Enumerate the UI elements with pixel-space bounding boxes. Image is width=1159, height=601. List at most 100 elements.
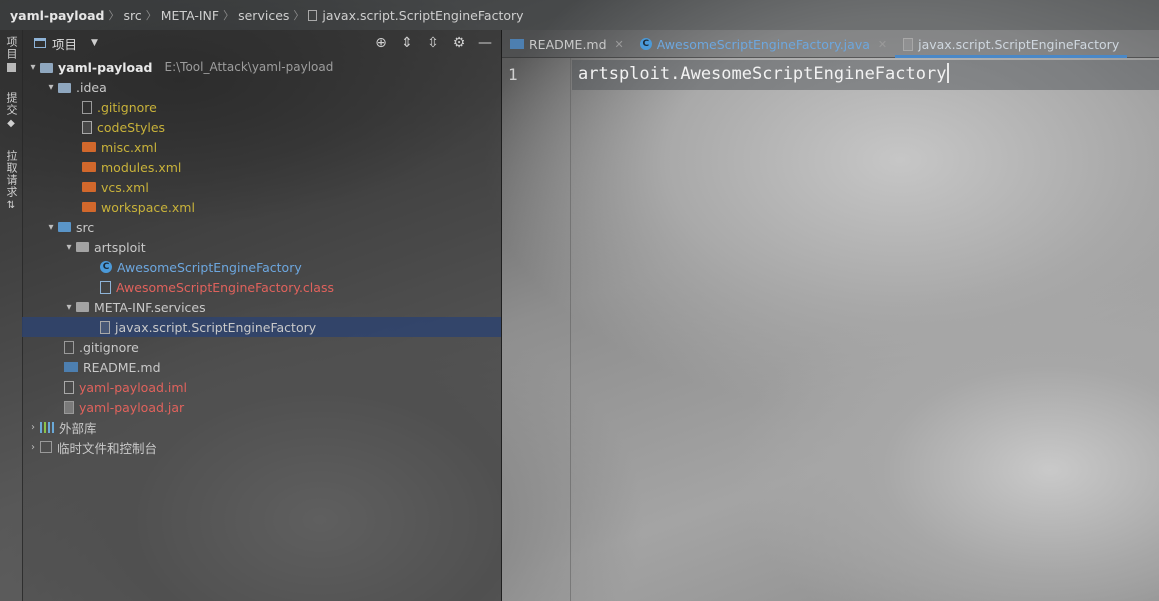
- gear-icon[interactable]: ⚙: [451, 35, 467, 51]
- tree-item-modules-xml[interactable]: modules.xml: [22, 157, 501, 177]
- tree-item-scratches[interactable]: › 临时文件和控制台: [22, 437, 501, 457]
- breadcrumb-item-services[interactable]: services: [238, 8, 289, 23]
- xml-file-icon: [82, 202, 96, 212]
- chevron-down-icon[interactable]: ▼: [91, 38, 98, 48]
- tab-scriptenginefactory[interactable]: javax.script.ScriptEngineFactory: [895, 31, 1128, 58]
- tab-readme[interactable]: README.md ✕: [502, 31, 632, 57]
- chevron-right-icon: 〉: [293, 9, 305, 22]
- file-icon: [82, 120, 92, 134]
- line-number-gutter: 1: [502, 58, 571, 601]
- breadcrumb-item-project[interactable]: yaml-payload: [10, 8, 104, 23]
- expand-all-icon[interactable]: ⇕: [399, 35, 415, 51]
- hide-panel-icon[interactable]: —: [477, 35, 493, 51]
- breadcrumb-item-file[interactable]: javax.script.ScriptEngineFactory: [308, 8, 524, 23]
- tab-awesome-java[interactable]: C AwesomeScriptEngineFactory.java ✕: [632, 31, 895, 57]
- tree-item-label: README.md: [83, 359, 161, 375]
- tree-item-label: .gitignore: [97, 99, 157, 115]
- chevron-down-icon[interactable]: ▾: [62, 242, 76, 253]
- breadcrumb-item-meta-inf[interactable]: META-INF: [161, 8, 219, 23]
- commit-icon: ◆: [7, 118, 15, 129]
- tree-item-iml[interactable]: yaml-payload.iml: [22, 377, 501, 397]
- project-panel-icon: [34, 38, 46, 48]
- code-editor[interactable]: artsploit.AwesomeScriptEngineFactory: [578, 63, 950, 84]
- tree-item-label: yaml-payload: [58, 59, 153, 75]
- tree-item-label: .idea: [76, 79, 107, 95]
- chevron-down-icon[interactable]: ▾: [26, 62, 40, 73]
- breadcrumb-item-src[interactable]: src: [123, 8, 141, 23]
- close-icon[interactable]: ✕: [878, 38, 887, 51]
- tree-item-label: yaml-payload.jar: [79, 399, 185, 415]
- tree-item-workspace-xml[interactable]: workspace.xml: [22, 197, 501, 217]
- tree-item-idea-gitignore[interactable]: .gitignore: [22, 97, 501, 117]
- tree-item-awesome-class[interactable]: C AwesomeScriptEngineFactory: [22, 257, 501, 277]
- tree-item-label: 外部库: [59, 420, 97, 436]
- tree-item-label: modules.xml: [101, 159, 182, 175]
- tree-item-awesome-classfile[interactable]: AwesomeScriptEngineFactory.class: [22, 277, 501, 297]
- chevron-down-icon[interactable]: ▾: [44, 82, 58, 93]
- close-icon[interactable]: ✕: [615, 38, 624, 51]
- tab-label: javax.script.ScriptEngineFactory: [918, 36, 1120, 52]
- tree-item-label: AwesomeScriptEngineFactory: [117, 259, 302, 275]
- editor-tabs: README.md ✕ C AwesomeScriptEngineFactory…: [502, 30, 1159, 58]
- xml-file-icon: [82, 142, 96, 152]
- tree-item-meta-inf-services[interactable]: ▾ META-INF.services: [22, 297, 501, 317]
- project-panel-title[interactable]: 项目: [52, 34, 77, 53]
- folder-icon: [40, 62, 53, 73]
- project-tool-button[interactable]: 项目: [3, 36, 19, 75]
- text-file-icon: [903, 37, 914, 51]
- locate-file-icon[interactable]: ⊕: [373, 35, 389, 51]
- class-file-icon: [100, 280, 111, 294]
- commit-tool-button[interactable]: 提交 ◆: [3, 92, 19, 129]
- collapse-all-icon[interactable]: ⇳: [425, 35, 441, 51]
- tool-window-stripe: 项目 提交 ◆ 拉取请求 ⇅: [0, 30, 23, 601]
- tree-item-label: workspace.xml: [101, 199, 195, 215]
- breadcrumb: yaml-payload 〉 src 〉 META-INF 〉 services…: [0, 0, 1159, 30]
- tree-item-external-libraries[interactable]: › 外部库: [22, 417, 501, 437]
- chevron-down-icon[interactable]: ▾: [44, 222, 58, 233]
- line-number: 1: [508, 65, 518, 84]
- pull-requests-tool-button[interactable]: 拉取请求 ⇅: [3, 150, 19, 211]
- library-icon: [40, 421, 54, 433]
- tree-item-label: META-INF.services: [94, 299, 206, 315]
- tree-item-idea[interactable]: ▾ .idea: [22, 77, 501, 97]
- gitignore-file-icon: [64, 340, 74, 354]
- code-line-text[interactable]: artsploit.AwesomeScriptEngineFactory: [578, 64, 946, 84]
- project-panel-toolbar: ⊕ ⇕ ⇳ ⚙ —: [373, 30, 493, 56]
- chevron-right-icon[interactable]: ›: [26, 422, 40, 433]
- tree-item-label: src: [76, 219, 95, 235]
- module-file-icon: [64, 380, 74, 394]
- tree-item-label: artsploit: [94, 239, 146, 255]
- tree-item-misc-xml[interactable]: misc.xml: [22, 137, 501, 157]
- tree-item-src[interactable]: ▾ src: [22, 217, 501, 237]
- tree-item-vcs-xml[interactable]: vcs.xml: [22, 177, 501, 197]
- folder-icon: [58, 82, 71, 93]
- chevron-right-icon[interactable]: ›: [26, 442, 40, 453]
- file-icon: [308, 9, 318, 21]
- project-panel-header: 项目 ▼ ⊕ ⇕ ⇳ ⚙ —: [22, 30, 501, 56]
- tree-item-jar[interactable]: yaml-payload.jar: [22, 397, 501, 417]
- tree-item-label: vcs.xml: [101, 179, 149, 195]
- gitignore-file-icon: [82, 100, 92, 114]
- tree-item-artsploit[interactable]: ▾ artsploit: [22, 237, 501, 257]
- tree-item-gitignore[interactable]: .gitignore: [22, 337, 501, 357]
- tree-item-label: misc.xml: [101, 139, 158, 155]
- tree-item-path: E:\Tool_Attack\yaml-payload: [164, 60, 334, 74]
- tree-item-project-root[interactable]: ▾ yaml-payload E:\Tool_Attack\yaml-paylo…: [22, 57, 501, 77]
- java-class-icon: C: [639, 38, 652, 50]
- tree-item-label: javax.script.ScriptEngineFactory: [115, 319, 317, 335]
- chevron-right-icon: 〉: [108, 9, 120, 22]
- tree-item-label: codeStyles: [97, 119, 166, 135]
- scratches-icon: [40, 441, 52, 453]
- tree-item-scriptenginefactory[interactable]: javax.script.ScriptEngineFactory: [22, 317, 501, 337]
- tree-item-label: yaml-payload.iml: [79, 379, 188, 395]
- chevron-down-icon[interactable]: ▾: [62, 302, 76, 313]
- source-folder-icon: [58, 222, 71, 232]
- tree-item-label: 临时文件和控制台: [57, 440, 158, 456]
- tree-item-codestyles[interactable]: codeStyles: [22, 117, 501, 137]
- pull-request-icon: ⇅: [6, 200, 16, 211]
- folder-icon: [6, 63, 16, 72]
- tree-item-readme[interactable]: README.md: [22, 357, 501, 377]
- tree-item-label: .gitignore: [79, 339, 139, 355]
- xml-file-icon: [82, 182, 96, 192]
- jar-file-icon: [64, 400, 74, 414]
